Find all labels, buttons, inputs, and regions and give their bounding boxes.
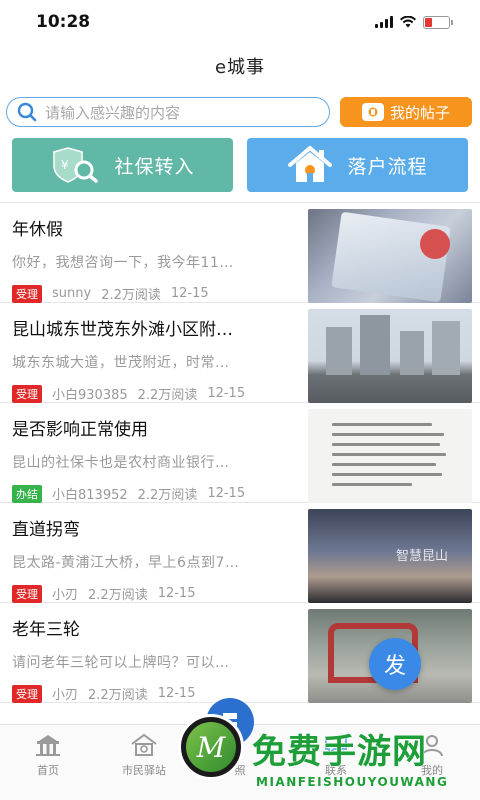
page-title: e城事 [214, 57, 266, 78]
post-desc: 城东东城大道，世茂附近，时常… [12, 355, 230, 371]
search-placeholder: 请输入感兴趣的内容 [45, 103, 181, 122]
hukou-label: 落户流程 [347, 155, 428, 178]
shield-search-icon: ¥ [53, 147, 99, 183]
status-icons [375, 15, 453, 29]
post-desc: 请问老年三轮可以上牌吗？可以… [12, 655, 230, 671]
post-text: 昆山城东世茂东外滩小区附… 城东东城大道，世茂附近，时常… 受理 小白93038… [12, 309, 308, 403]
post-list: 年休假 你好，我想咨询一下，我今年11… 受理 sunny 2.2万阅读 12-… [0, 202, 480, 703]
hukou-process-button[interactable]: 落户流程 [247, 138, 468, 192]
list-item[interactable]: 年休假 你好，我想咨询一下，我今年11… 受理 sunny 2.2万阅读 12-… [0, 203, 480, 303]
watermark-logo: M [178, 714, 244, 780]
post-desc: 你好，我想咨询一下，我今年11… [12, 255, 234, 271]
post-text: 年休假 你好，我想咨询一下，我今年11… 受理 sunny 2.2万阅读 12-… [12, 209, 308, 303]
post-author: sunny [52, 286, 92, 301]
compose-post-button[interactable]: 发 [369, 638, 421, 690]
compose-label: 发 [383, 654, 406, 679]
post-date: 12-15 [207, 486, 246, 501]
post-title: 昆山城东世茂东外滩小区附… [12, 320, 233, 340]
status-badge: 受理 [12, 584, 42, 603]
post-text: 直道拐弯 昆太路-黄浦江大桥，早上6点到7… 受理 小刃 2.2万阅读 12-1… [12, 509, 308, 603]
post-author: 小白813952 [52, 488, 128, 503]
post-title: 是否影响正常使用 [12, 420, 148, 440]
post-meta: 办结 小白813952 2.2万阅读 12-15 [12, 484, 308, 503]
list-item[interactable]: 直道拐弯 昆太路-黄浦江大桥，早上6点到7… 受理 小刃 2.2万阅读 12-1… [0, 503, 480, 603]
post-meta: 受理 sunny 2.2万阅读 12-15 [12, 284, 308, 303]
search-row: 请输入感兴趣的内容 我的帖子 [0, 88, 480, 130]
thumbnail-watermark: 智慧昆山 [395, 549, 448, 564]
quick-actions: ¥ 社保转入 落户流程 [0, 138, 480, 192]
status-time: 10:28 [36, 12, 91, 32]
post-author: 小白930385 [52, 388, 128, 403]
post-date: 12-15 [157, 586, 196, 601]
search-icon [17, 102, 37, 122]
search-input[interactable]: 请输入感兴趣的内容 [6, 97, 330, 127]
post-author: 小刃 [52, 588, 79, 603]
post-text: 是否影响正常使用 昆山的社保卡也是农村商业银行… 办结 小白813952 2.2… [12, 409, 308, 503]
post-reads: 2.2万阅读 [137, 488, 198, 503]
post-title: 直道拐弯 [12, 520, 80, 540]
post-thumbnail [308, 209, 472, 303]
signal-icon [375, 16, 393, 28]
my-posts-button[interactable]: 我的帖子 [340, 97, 472, 127]
post-date: 12-15 [170, 286, 209, 301]
list-item[interactable]: 昆山城东世茂东外滩小区附… 城东东城大道，世茂附近，时常… 受理 小白93038… [0, 303, 480, 403]
tab-citizen-station[interactable]: 市民驿站 [104, 733, 184, 800]
status-badge: 受理 [12, 384, 42, 403]
tab-home[interactable]: 首页 [8, 733, 88, 800]
watermark-subtitle: MIANFEISHOUYOUWANG [256, 775, 449, 789]
my-posts-label: 我的帖子 [389, 103, 450, 122]
post-author: 小刃 [52, 688, 79, 703]
post-reads: 2.2万阅读 [137, 388, 198, 403]
house-icon [288, 146, 333, 182]
status-badge: 受理 [12, 684, 42, 703]
post-thumbnail [308, 309, 472, 403]
post-reads: 2.2万阅读 [101, 288, 161, 303]
post-desc: 昆山的社保卡也是农村商业银行… [12, 455, 230, 471]
svg-text:¥: ¥ [61, 158, 70, 172]
post-reads: 2.2万阅读 [88, 688, 148, 703]
status-badge: 办结 [12, 484, 42, 503]
nav-bar: e城事 [0, 44, 480, 88]
post-date: 12-15 [157, 686, 196, 701]
station-icon [131, 733, 157, 756]
post-date: 12-15 [207, 386, 246, 401]
wifi-icon [400, 16, 416, 28]
social-security-label: 社保转入 [114, 155, 195, 178]
post-reads: 2.2万阅读 [88, 588, 148, 603]
tab-label: 市民驿站 [122, 764, 166, 777]
post-title: 老年三轮 [12, 620, 80, 640]
post-thumbnail: 智慧昆山 [308, 509, 472, 603]
status-bar: 10:28 [0, 0, 480, 44]
list-item[interactable]: 是否影响正常使用 昆山的社保卡也是农村商业银行… 办结 小白813952 2.2… [0, 403, 480, 503]
post-desc: 昆太路-黄浦江大桥，早上6点到7… [12, 555, 240, 571]
post-icon [361, 103, 384, 121]
battery-icon [423, 15, 453, 29]
post-text: 老年三轮 请问老年三轮可以上牌吗？可以… 受理 小刃 2.2万阅读 12-15 [12, 609, 308, 703]
social-security-transfer-button[interactable]: ¥ 社保转入 [12, 138, 233, 192]
post-title: 年休假 [12, 220, 63, 240]
post-meta: 受理 小刃 2.2万阅读 12-15 [12, 584, 308, 603]
post-thumbnail [308, 409, 472, 503]
tab-label: 首页 [37, 764, 59, 777]
status-badge: 受理 [12, 284, 42, 303]
home-icon [36, 735, 60, 756]
post-meta: 受理 小刃 2.2万阅读 12-15 [12, 684, 308, 703]
watermark-title: 免费手游网 [252, 732, 427, 773]
watermark-logo-letter: M [186, 722, 236, 772]
post-meta: 受理 小白930385 2.2万阅读 12-15 [12, 384, 308, 403]
